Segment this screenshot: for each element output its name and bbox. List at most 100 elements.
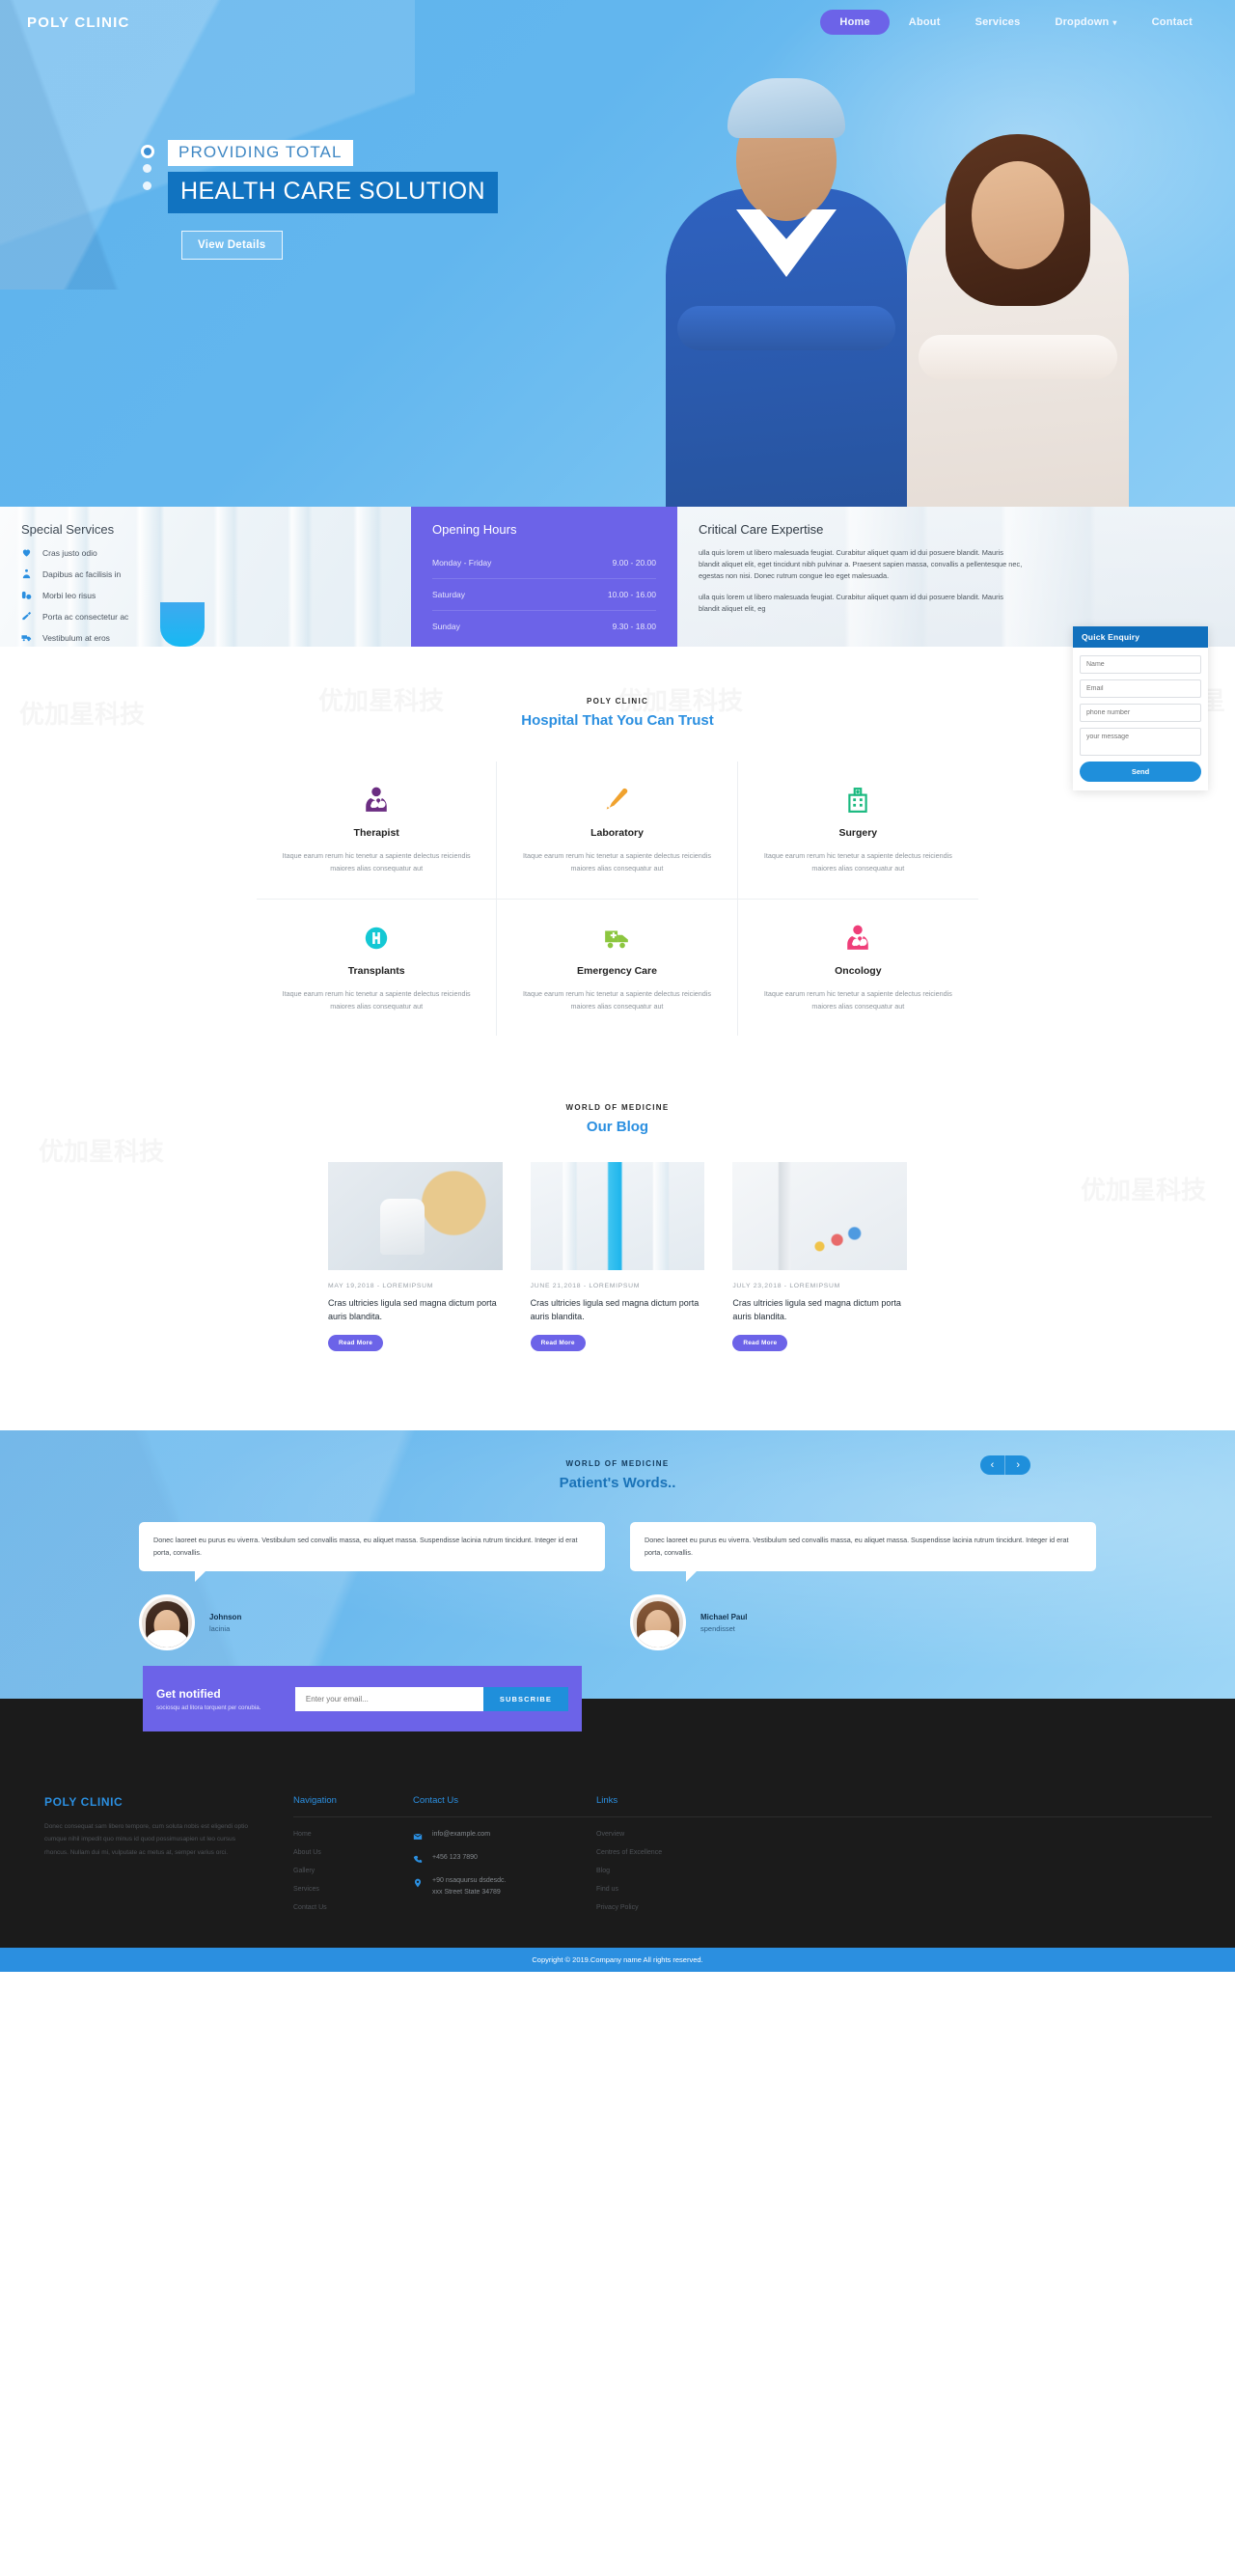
enquiry-name-input[interactable]	[1080, 655, 1201, 674]
contact-email[interactable]: info@example.com	[413, 1831, 596, 1842]
service-card-title: Emergency Care	[577, 964, 657, 977]
blog-card[interactable]: JULY 23,2018 - LOREMIPSUM Cras ultricies…	[732, 1162, 907, 1352]
testimonial-cards: Donec laoreet eu purus eu viverra. Vesti…	[139, 1522, 1096, 1583]
read-more-button[interactable]: Read More	[328, 1335, 384, 1352]
hero-kicker: PROVIDING TOTAL	[168, 140, 353, 166]
list-item[interactable]: Porta ac consectetur ac	[21, 611, 390, 622]
newsletter-subtext: sociosqu ad litora torquent per conubia.	[156, 1703, 261, 1711]
subscribe-button[interactable]: SUBSCRIBE	[482, 1686, 568, 1711]
enquiry-email-input[interactable]	[1080, 679, 1201, 698]
footer-link[interactable]: Services	[293, 1886, 413, 1893]
doctor-group-icon	[21, 568, 32, 579]
footer-link[interactable]: Contact Us	[293, 1904, 413, 1911]
list-item[interactable]: Morbi leo risus	[21, 590, 390, 600]
testimonial-authors: Johnson lacinia Michael Paul spendisset	[139, 1594, 1096, 1651]
blog-card[interactable]: JUNE 21,2018 - LOREMIPSUM Cras ultricies…	[530, 1162, 705, 1352]
footer-link[interactable]: About Us	[293, 1849, 413, 1856]
blog-card[interactable]: MAY 19,2018 - LOREMIPSUM Cras ultricies …	[328, 1162, 503, 1352]
chevron-down-icon: ▾	[1112, 18, 1117, 27]
testimonial-author: Michael Paul spendisset	[630, 1594, 1096, 1651]
slider-dot-1[interactable]	[144, 148, 151, 155]
nav-item-about[interactable]: About	[893, 10, 956, 35]
service-card-oncology[interactable]: Oncology Itaque earum rerum hic tenetur …	[738, 900, 978, 1037]
newsletter-card: Get notified sociosqu ad litora torquent…	[143, 1666, 582, 1732]
watermark: 优加星科技	[1080, 1176, 1206, 1205]
testimonial-author-name: Michael Paul	[700, 1612, 748, 1621]
enquiry-send-button[interactable]: Send	[1080, 762, 1201, 782]
slider-dot-2[interactable]	[143, 164, 151, 173]
read-more-button[interactable]: Read More	[530, 1335, 586, 1352]
next-arrow-icon[interactable]: ›	[1004, 1455, 1030, 1476]
nav-links: Home About Services Dropdown ▾ Contact	[820, 10, 1208, 35]
enquiry-message-input[interactable]	[1080, 728, 1201, 756]
opening-hours-heading: Opening Hours	[432, 522, 517, 537]
quick-enquiry-heading: Quick Enquiry	[1073, 626, 1208, 648]
footer-links-column: Links Overview Centres of Excellence Blo…	[596, 1795, 1212, 1923]
footer-link[interactable]: Find us	[596, 1886, 1212, 1893]
nav-item-home[interactable]: Home	[820, 10, 890, 35]
service-card-body: Itaque earum rerum hic tenetur a sapient…	[763, 851, 952, 873]
watermark: 优加星科技	[39, 1137, 165, 1167]
service-card-transplants[interactable]: Transplants Itaque earum rerum hic tenet…	[257, 899, 498, 1037]
contact-address[interactable]: +90 nsaquursu dsdesdc. xxx Street State …	[413, 1877, 596, 1896]
footer-link[interactable]: Home	[293, 1831, 413, 1838]
footer-navigation-heading: Navigation	[293, 1795, 413, 1818]
contact-text: +456 123 7890	[432, 1854, 478, 1862]
blog-section: 优加星科技 优加星科技 优加星科技 WORLD OF MEDICINE Our …	[0, 1036, 1235, 1390]
contact-text: info@example.com	[432, 1831, 491, 1839]
testimonial-quote: Donec laoreet eu purus eu viverra. Vesti…	[153, 1536, 578, 1557]
slider-dot-3[interactable]	[143, 181, 151, 190]
service-card-body: Itaque earum rerum hic tenetur a sapient…	[523, 988, 711, 1011]
read-more-button[interactable]: Read More	[732, 1335, 788, 1352]
hours-day: Monday - Friday	[432, 558, 492, 568]
hours-row: Monday - Friday 9.00 - 20.00	[432, 547, 656, 579]
special-services-heading: Special Services	[21, 522, 115, 537]
enquiry-phone-input[interactable]	[1080, 704, 1201, 722]
list-item[interactable]: Dapibus ac facilisis in	[21, 568, 390, 579]
service-card-therapist[interactable]: Therapist Itaque earum rerum hic tenetur…	[257, 762, 498, 900]
service-card-body: Itaque earum rerum hic tenetur a sapient…	[763, 988, 952, 1011]
blog-thumbnail	[530, 1162, 705, 1271]
list-item-label: Morbi leo risus	[42, 590, 96, 600]
service-card-laboratory[interactable]: Laboratory Itaque earum rerum hic tenetu…	[497, 762, 738, 900]
footer-link[interactable]: Privacy Policy	[596, 1904, 1212, 1911]
list-item[interactable]: Vestibulum at eros	[21, 632, 390, 643]
nav-item-contact[interactable]: Contact	[1137, 10, 1208, 35]
footer-link[interactable]: Overview	[596, 1831, 1212, 1838]
quick-enquiry-form: Quick Enquiry Send	[1073, 626, 1208, 790]
footer-link[interactable]: Blog	[596, 1868, 1212, 1874]
list-item-label: Dapibus ac facilisis in	[42, 568, 122, 579]
heartbeat-icon	[21, 547, 32, 558]
critical-care-heading: Critical Care Expertise	[699, 522, 824, 537]
footer-link[interactable]: Centres of Excellence	[596, 1849, 1212, 1856]
slider-dots[interactable]	[143, 148, 151, 199]
footer-about-column: POLY CLINIC Donec consequat sam libero t…	[44, 1795, 293, 1923]
nav-item-dropdown[interactable]: Dropdown ▾	[1039, 10, 1132, 35]
brand-logo[interactable]: POLY CLINIC	[27, 14, 130, 31]
hospital-h-circle-icon	[278, 925, 475, 954]
service-card-title: Surgery	[838, 827, 878, 839]
service-card-surgery[interactable]: Surgery Itaque earum rerum hic tenetur a…	[737, 762, 978, 900]
blog-post-title: Cras ultricies ligula sed magna dictum p…	[328, 1298, 497, 1322]
blog-thumbnail	[732, 1162, 907, 1271]
footer-links-list: Overview Centres of Excellence Blog Find…	[596, 1831, 1212, 1911]
services-title: Hospital That You Can Trust	[521, 712, 714, 729]
service-card-emergency-care[interactable]: Emergency Care Itaque earum rerum hic te…	[497, 899, 738, 1037]
blog-meta: MAY 19,2018 - LOREMIPSUM	[328, 1283, 434, 1290]
contact-text: xxx Street State 34789	[432, 1889, 501, 1897]
list-item[interactable]: Cras justo odio	[21, 547, 390, 558]
footer: POLY CLINIC Donec consequat sam libero t…	[0, 1764, 1235, 1973]
hero-clinicians-photo	[666, 0, 1129, 507]
prev-arrow-icon[interactable]: ‹	[980, 1455, 1005, 1475]
special-services-panel: Special Services Cras justo odio Dapibus…	[0, 507, 411, 647]
nav-item-services[interactable]: Services	[960, 10, 1036, 35]
newsletter-email-input[interactable]	[294, 1686, 483, 1711]
view-details-button[interactable]: View Details	[181, 231, 283, 260]
list-item-label: Vestibulum at eros	[42, 632, 110, 643]
testimonials-kicker: WORLD OF MEDICINE	[565, 1459, 670, 1469]
blog-post-title: Cras ultricies ligula sed magna dictum p…	[530, 1298, 700, 1322]
contact-phone[interactable]: +456 123 7890	[413, 1854, 596, 1865]
critical-care-paragraph-2: ulla quis lorem ut libero malesuada feug…	[699, 592, 1003, 613]
footer-link[interactable]: Gallery	[293, 1868, 413, 1874]
hours-day: Sunday	[432, 622, 460, 631]
